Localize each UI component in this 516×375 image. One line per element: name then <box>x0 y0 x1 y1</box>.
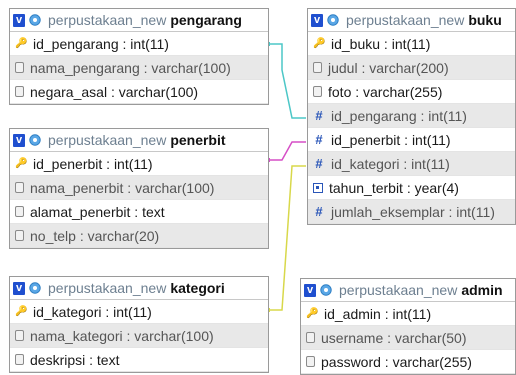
column-row[interactable]: # id_kategori : int(11) <box>308 152 515 176</box>
hash-icon: # <box>315 155 323 171</box>
column-label: nama_pengarang : varchar(100) <box>30 59 231 76</box>
column-label: id_kategori : int(11) <box>331 155 450 172</box>
column-label: negara_asal : varchar(100) <box>30 83 199 100</box>
toggle-columns-icon[interactable]: v <box>13 281 25 295</box>
column-row[interactable]: 🔑 id_pengarang : int(11) <box>10 32 268 56</box>
column-label: tahun_terbit : year(4) <box>329 179 459 196</box>
table-penerbit[interactable]: v perpustakaan_new penerbit 🔑 id_penerbit : … <box>9 128 269 249</box>
key-icon: 🔑 <box>15 157 28 169</box>
table-header[interactable]: v perpustakaan_new penerbit <box>10 129 268 152</box>
gear-icon[interactable] <box>28 13 42 27</box>
table-buku[interactable]: v perpustakaan_new buku 🔑 id_buku : int(11) j… <box>307 8 516 225</box>
column-label: deskripsi : text <box>30 351 120 368</box>
column-row[interactable]: password : varchar(255) <box>301 350 515 374</box>
column-label: password : varchar(255) <box>321 353 472 370</box>
field-icon <box>15 86 24 97</box>
column-label: no_telp : varchar(20) <box>30 227 160 244</box>
column-label: id_penerbit : int(11) <box>33 155 153 172</box>
calendar-icon <box>313 182 323 193</box>
column-label: username : varchar(50) <box>321 329 467 346</box>
field-icon <box>313 62 322 73</box>
database-name: perpustakaan_new <box>48 280 167 296</box>
gear-icon[interactable] <box>28 281 42 295</box>
column-row[interactable]: deskripsi : text <box>10 348 268 372</box>
column-label: nama_kategori : varchar(100) <box>30 327 214 344</box>
column-row[interactable]: alamat_penerbit : text <box>10 200 268 224</box>
column-label: id_buku : int(11) <box>331 35 431 52</box>
gear-icon[interactable] <box>319 283 333 297</box>
column-row[interactable]: nama_pengarang : varchar(100) <box>10 56 268 80</box>
database-name: perpustakaan_new <box>48 132 167 148</box>
database-name: perpustakaan_new <box>48 12 167 28</box>
column-label: nama_penerbit : varchar(100) <box>30 179 215 196</box>
toggle-columns-icon[interactable]: v <box>311 13 323 27</box>
key-icon: 🔑 <box>15 305 28 317</box>
table-name: kategori <box>170 280 225 296</box>
field-icon <box>306 332 315 343</box>
column-label: id_pengarang : int(11) <box>33 35 169 52</box>
designer-canvas: v perpustakaan_new pengarang 🔑 id_pengarang … <box>0 0 516 375</box>
field-icon <box>15 182 24 193</box>
column-row[interactable]: 🔑 id_kategori : int(11) <box>10 300 268 324</box>
relation-link-pengarang <box>268 43 306 119</box>
column-row[interactable]: # jumlah_eksemplar : int(11) <box>308 200 515 224</box>
column-label: id_pengarang : int(11) <box>331 107 467 124</box>
column-row[interactable]: negara_asal : varchar(100) <box>10 80 268 104</box>
column-row[interactable]: 🔑 id_buku : int(11) <box>308 32 515 56</box>
table-admin[interactable]: v perpustakaan_new admin 🔑 id_admin : int(11… <box>300 278 516 375</box>
hash-icon: # <box>315 107 323 123</box>
column-row[interactable]: tahun_terbit : year(4) <box>308 176 515 200</box>
key-icon: 🔑 <box>306 307 319 319</box>
column-row[interactable]: # id_pengarang : int(11) <box>308 104 515 128</box>
field-icon <box>15 230 24 241</box>
table-header[interactable]: v perpustakaan_new kategori <box>10 277 268 300</box>
database-name: perpustakaan_new <box>339 282 458 298</box>
hash-icon: # <box>315 203 323 219</box>
relation-link-penerbit <box>268 141 306 161</box>
hash-icon: # <box>315 131 323 147</box>
column-label: alamat_penerbit : text <box>30 203 165 220</box>
table-header[interactable]: v perpustakaan_new buku <box>308 9 515 32</box>
table-name: buku <box>468 12 502 28</box>
column-row[interactable]: nama_penerbit : varchar(100) <box>10 176 268 200</box>
field-icon <box>15 354 24 365</box>
key-icon: 🔑 <box>313 37 326 49</box>
table-name: penerbit <box>170 132 226 148</box>
table-name: pengarang <box>170 12 242 28</box>
table-pengarang[interactable]: v perpustakaan_new pengarang 🔑 id_pengarang … <box>9 8 269 105</box>
field-icon <box>15 206 24 217</box>
column-row[interactable]: 🔑 id_penerbit : int(11) <box>10 152 268 176</box>
toggle-columns-icon[interactable]: v <box>13 13 25 27</box>
column-label: foto : varchar(255) <box>328 83 443 100</box>
toggle-columns-icon[interactable]: v <box>13 133 25 147</box>
column-row[interactable]: no_telp : varchar(20) <box>10 224 268 248</box>
column-label: jumlah_eksemplar : int(11) <box>331 203 495 220</box>
database-name: perpustakaan_new <box>346 12 465 28</box>
field-icon <box>313 86 322 97</box>
column-label: id_kategori : int(11) <box>33 303 152 320</box>
column-row[interactable]: judul : varchar(200) <box>308 56 515 80</box>
column-row[interactable]: foto : varchar(255) <box>308 80 515 104</box>
column-row[interactable]: username : varchar(50) <box>301 326 515 350</box>
gear-icon[interactable] <box>326 13 340 27</box>
table-header[interactable]: v perpustakaan_new admin <box>301 279 515 302</box>
column-label: judul : varchar(200) <box>328 59 449 76</box>
field-icon <box>15 62 24 73</box>
table-kategori[interactable]: v perpustakaan_new kategori 🔑 id_kategori : … <box>9 276 269 373</box>
column-row[interactable]: nama_kategori : varchar(100) <box>10 324 268 348</box>
column-row[interactable]: # id_penerbit : int(11) <box>308 128 515 152</box>
column-row[interactable]: 🔑 id_admin : int(11) <box>301 302 515 326</box>
column-label: id_penerbit : int(11) <box>331 131 451 148</box>
key-icon: 🔑 <box>15 37 28 49</box>
toggle-columns-icon[interactable]: v <box>304 283 316 297</box>
gear-icon[interactable] <box>28 133 42 147</box>
table-name: admin <box>461 282 503 298</box>
field-icon <box>15 330 24 341</box>
column-label: id_admin : int(11) <box>324 305 432 322</box>
table-header[interactable]: v perpustakaan_new pengarang <box>10 9 268 32</box>
field-icon <box>306 356 315 367</box>
